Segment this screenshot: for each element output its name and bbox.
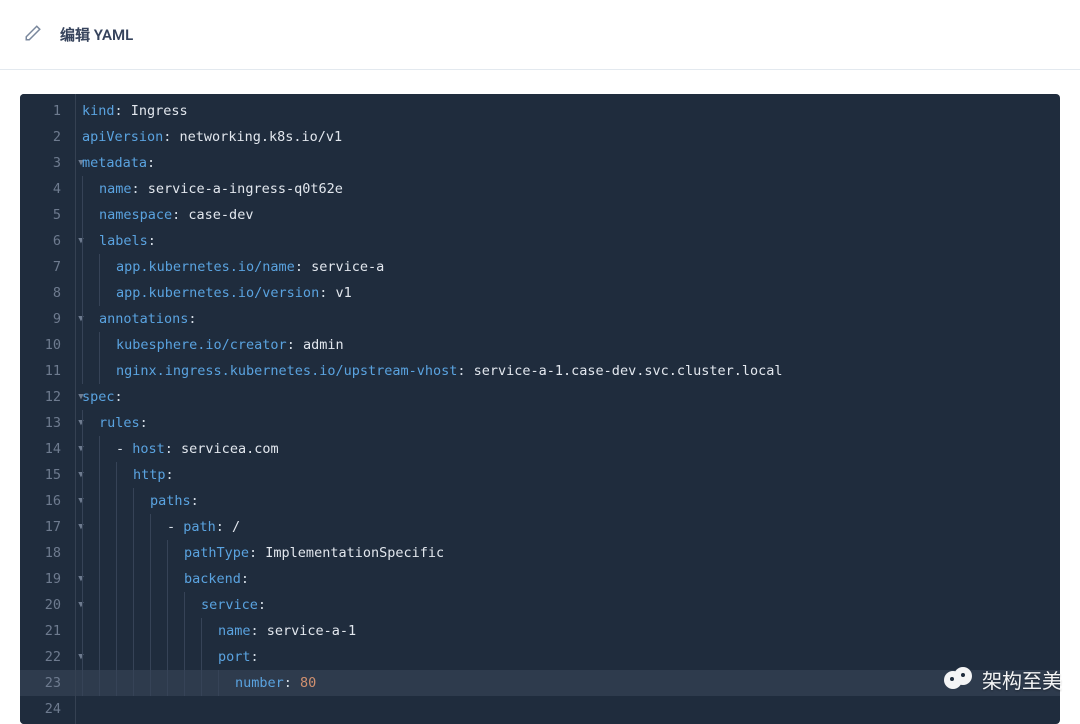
watermark: 架构至美 [944,665,1062,694]
gutter-line: 17▼ [20,514,75,540]
code-line[interactable]: annotations: [76,306,1060,332]
code-line[interactable]: apiVersion: networking.k8s.io/v1 [76,124,1060,150]
code-line[interactable]: app.kubernetes.io/version: v1 [76,280,1060,306]
wechat-icon [944,667,974,693]
gutter-line: 18 [20,540,75,566]
gutter-line: 22▼ [20,644,75,670]
yaml-editor[interactable]: 123▼456▼789▼101112▼13▼14▼15▼16▼17▼1819▼2… [20,94,1060,724]
code-line[interactable]: number: 80 [76,670,1060,696]
code-area[interactable]: kind: IngressapiVersion: networking.k8s.… [76,94,1060,724]
code-line[interactable]: kind: Ingress [76,98,1060,124]
gutter-line: 6▼ [20,228,75,254]
gutter-line: 13▼ [20,410,75,436]
gutter-line: 23 [20,670,75,696]
code-line[interactable]: labels: [76,228,1060,254]
gutter-line: 14▼ [20,436,75,462]
gutter-line: 4 [20,176,75,202]
header-bar: 编辑 YAML [0,0,1080,70]
gutter-line: 21 [20,618,75,644]
code-line[interactable]: backend: [76,566,1060,592]
code-line[interactable]: metadata: [76,150,1060,176]
code-line[interactable]: service: [76,592,1060,618]
gutter-line: 1 [20,98,75,124]
pen-icon [24,24,60,46]
gutter-line: 9▼ [20,306,75,332]
watermark-text: 架构至美 [982,665,1062,694]
gutter-line: 5 [20,202,75,228]
code-line[interactable]: - host: servicea.com [76,436,1060,462]
gutter-line: 10 [20,332,75,358]
code-line[interactable]: port: [76,644,1060,670]
code-line[interactable]: rules: [76,410,1060,436]
gutter-line: 16▼ [20,488,75,514]
gutter-line: 12▼ [20,384,75,410]
page-title: 编辑 YAML [60,24,133,45]
code-line[interactable]: paths: [76,488,1060,514]
gutter-line: 20▼ [20,592,75,618]
gutter-line: 15▼ [20,462,75,488]
code-line[interactable]: nginx.ingress.kubernetes.io/upstream-vho… [76,358,1060,384]
line-gutter: 123▼456▼789▼101112▼13▼14▼15▼16▼17▼1819▼2… [20,94,76,724]
code-line[interactable]: name: service-a-1 [76,618,1060,644]
code-line[interactable]: spec: [76,384,1060,410]
code-line[interactable]: pathType: ImplementationSpecific [76,540,1060,566]
code-line[interactable]: app.kubernetes.io/name: service-a [76,254,1060,280]
gutter-line: 11 [20,358,75,384]
code-line[interactable]: - path: / [76,514,1060,540]
code-line[interactable]: kubesphere.io/creator: admin [76,332,1060,358]
code-line[interactable]: name: service-a-ingress-q0t62e [76,176,1060,202]
gutter-line: 8 [20,280,75,306]
code-line[interactable] [76,696,1060,722]
code-line[interactable]: http: [76,462,1060,488]
code-line[interactable]: namespace: case-dev [76,202,1060,228]
gutter-line: 19▼ [20,566,75,592]
gutter-line: 24 [20,696,75,722]
gutter-line: 7 [20,254,75,280]
gutter-line: 2 [20,124,75,150]
gutter-line: 3▼ [20,150,75,176]
